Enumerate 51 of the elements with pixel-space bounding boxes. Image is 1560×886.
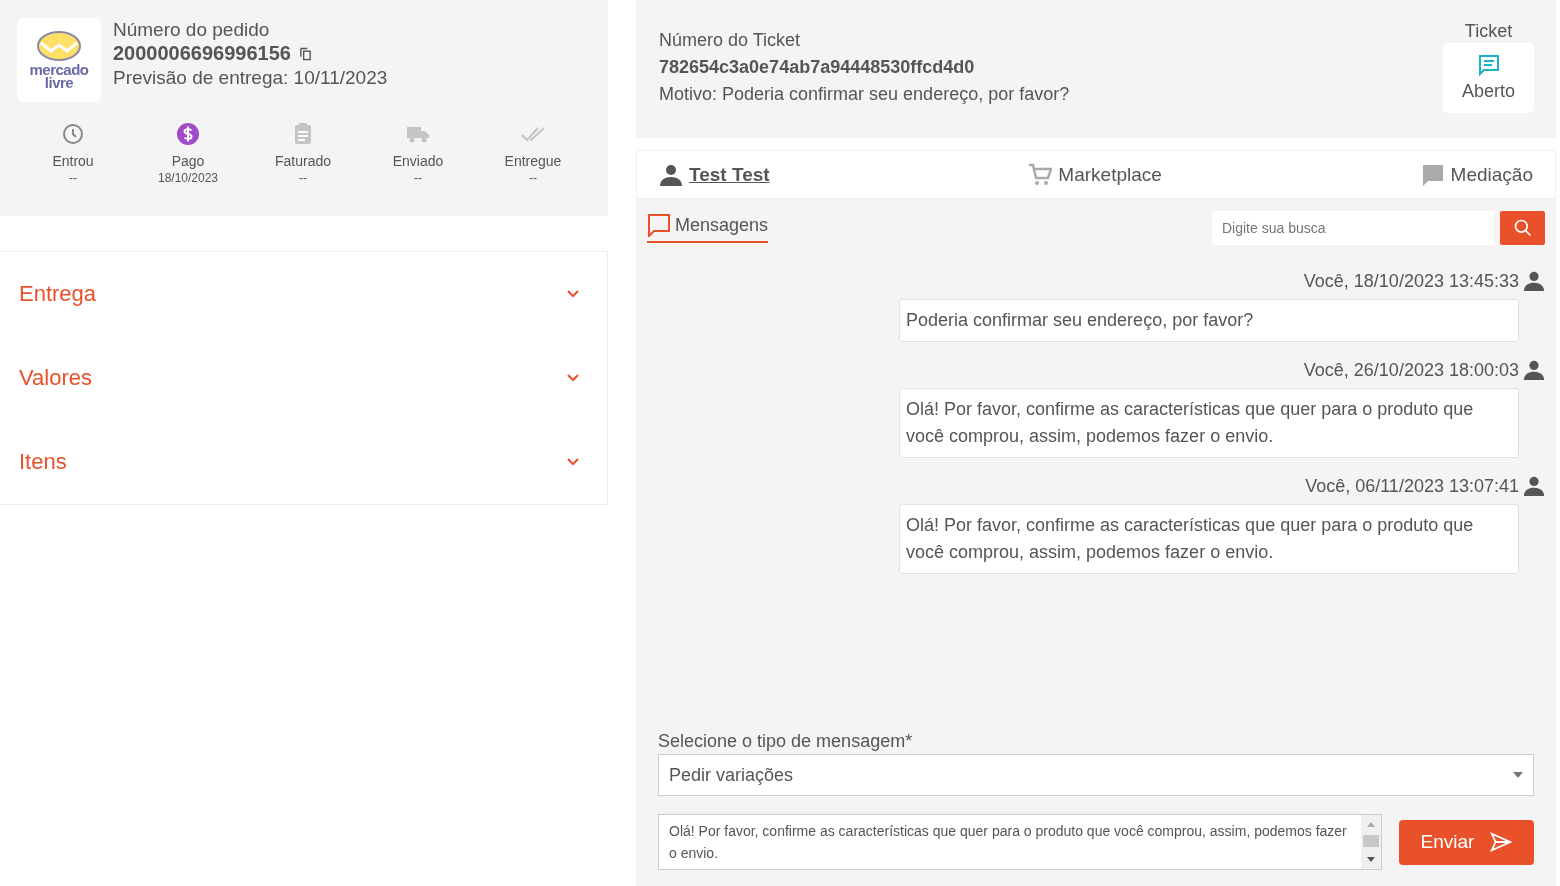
order-number: 2000006696996156 [113,42,291,65]
ticket-reason: Motivo: Poderia confirmar seu endereço, por favor? [659,83,1070,106]
send-icon [1490,831,1513,853]
person-icon [1523,269,1545,293]
step-label: Entrou [52,153,94,170]
send-button[interactable]: Enviar [1399,819,1534,865]
step-date: 18/10/2023 [157,170,219,186]
message-meta: Você, 18/10/2023 13:45:33 [1303,270,1519,292]
step-label: Pago [171,153,205,170]
messages-tab[interactable]: Mensagens [647,213,769,243]
search-field[interactable]: Digite sua busca [1212,211,1494,245]
speech-bubble-icon [647,213,671,237]
step-label: Faturado [274,153,331,170]
tab[interactable]: Test Test [659,162,770,187]
ticket-status-label: Ticket [1464,20,1513,43]
message-text-field[interactable]: Olá! Por favor, confirme as características que quer para o produto que você comprou, assim, podemos fazer o envio. [658,814,1382,870]
ticket-number-label: Número do Ticket [659,29,802,52]
ticket-number: 782654c3a0e74ab7a94448530ffcd4d0 [659,56,976,79]
step-date: -- [69,170,77,186]
message-meta: Você, 26/10/2023 18:00:03 [1303,359,1519,381]
step-date: -- [299,170,307,186]
tab[interactable]: Mediação [1420,162,1533,187]
ticket-status: Aberto [1461,80,1515,103]
tab[interactable]: Marketplace [1028,162,1162,187]
copy-icon [298,46,312,61]
step-date: -- [414,170,422,186]
cart-icon [1028,162,1053,187]
person-icon [659,162,683,187]
message-bubble: Olá! Por favor, confirme as características que quer para o produto que você comprou, assim, podemos fazer o envio. [899,504,1519,574]
chat-icon [1476,53,1501,77]
person-icon [1523,358,1545,382]
person-icon [1523,474,1545,498]
step-label: Entregue [504,153,562,170]
delivery-forecast: Previsão de entrega: 10/11/2023 [113,66,388,89]
message-type-dropdown[interactable]: Pedir variações [658,754,1534,796]
message-meta: Você, 06/11/2023 13:07:41 [1305,475,1519,497]
section-title[interactable]: Itens [19,449,67,475]
section-title[interactable]: Valores [19,365,92,391]
message-bubble: Poderia confirmar seu endereço, por favor? [899,299,1519,342]
order-number-label: Número do pedido [113,18,271,41]
message-bubble: Olá! Por favor, confirme as características que quer para o produto que você comprou, assim, podemos fazer o envio. [899,388,1519,458]
search-button[interactable] [1500,211,1545,245]
section-title[interactable]: Entrega [19,281,97,307]
speech-bubble-icon [1420,162,1445,187]
scrollbar-drawing [1361,815,1381,869]
marketplace-logo: mercado livre [17,18,101,102]
message-type-label: Selecione o tipo de mensagem* [658,731,914,752]
search-icon [1512,218,1533,238]
step-date: -- [529,170,537,186]
dropdown-arrow-icon [1513,772,1523,778]
step-label: Enviado [392,153,444,170]
